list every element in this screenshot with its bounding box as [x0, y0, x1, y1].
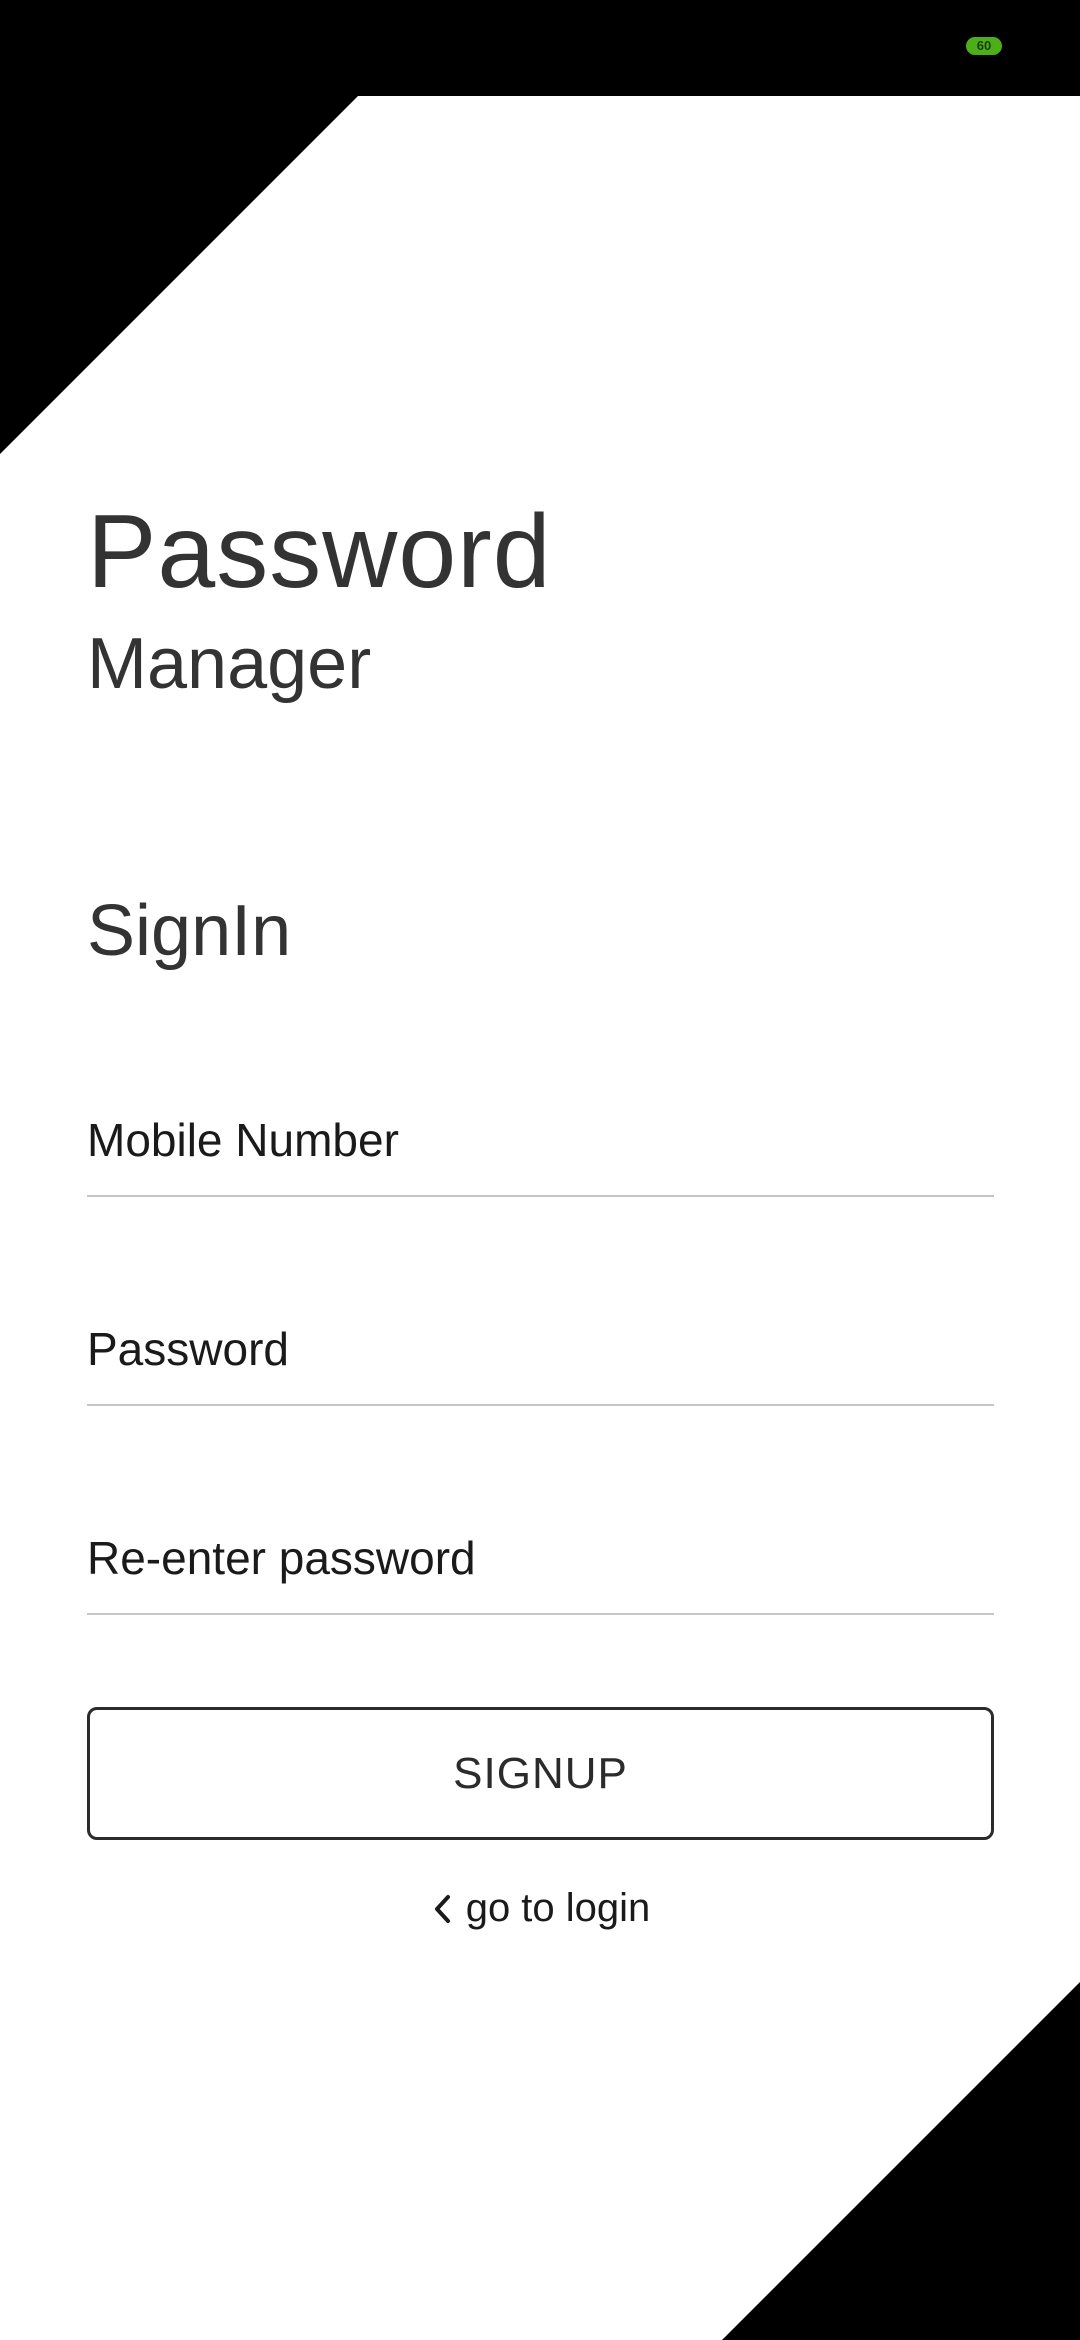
go-to-login-label: go to login: [465, 1886, 651, 1930]
battery-icon: 60: [966, 37, 1002, 55]
form-title: SignIn: [87, 891, 292, 971]
app-title: Password: [87, 494, 552, 610]
password-field: [87, 1314, 994, 1406]
chevron-left-icon: [434, 1894, 450, 1923]
reenter-password-field: [87, 1523, 994, 1615]
status-bar: 60: [0, 0, 1080, 96]
app-subtitle: Manager: [87, 624, 372, 704]
top-left-triangle: [0, 96, 358, 454]
mobile-number-field: [87, 1105, 994, 1197]
signup-button-label: SIGNUP: [453, 1748, 628, 1798]
mobile-number-input[interactable]: [87, 1113, 994, 1167]
go-to-login-link[interactable]: go to login: [0, 1886, 1080, 1931]
signup-button[interactable]: SIGNUP: [87, 1707, 994, 1840]
signup-screen: 60 Password Manager SignIn SIGNUP go to …: [0, 0, 1080, 2340]
battery-level: 60: [976, 38, 992, 53]
reenter-password-input[interactable]: [87, 1531, 994, 1585]
password-input[interactable]: [87, 1322, 994, 1376]
bottom-right-triangle: [722, 1982, 1080, 2340]
